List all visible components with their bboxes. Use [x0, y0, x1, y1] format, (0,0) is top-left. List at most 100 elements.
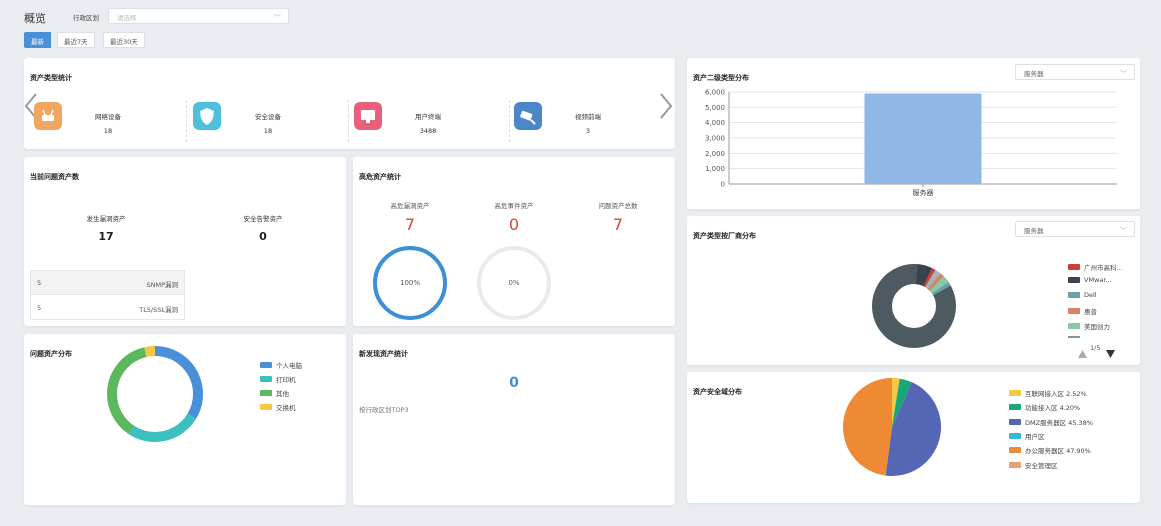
legend-item[interactable]: VMwar... [1068, 276, 1112, 284]
high-vuln-ring-label: 100% [399, 279, 420, 287]
table-cell-name: SNMP漏洞 [146, 281, 178, 289]
vuln-assets-label: 发生漏洞资产 [86, 215, 126, 223]
legend-swatch [1009, 462, 1021, 468]
security-device-count: 18 [263, 127, 273, 135]
vendor-dist-card: 资产类型按厂商分布 服务器 ﹀ 广州市高科... VMwar... Dell 惠… [687, 216, 1140, 365]
legend-swatch [1068, 264, 1080, 270]
pie-slice[interactable] [843, 378, 892, 476]
legend-label: 办公服务器区 47.90% [1025, 447, 1091, 455]
legend-next-icon[interactable] [1106, 343, 1115, 362]
y-tick-label: 3,000 [705, 135, 725, 143]
legend-item[interactable]: 惠普 [1068, 306, 1097, 316]
region-select[interactable]: 请选择 ﹀ [108, 8, 289, 24]
legend-item[interactable]: 互联网接入区 2.52% [1009, 388, 1087, 398]
high-vuln-value: 7 [404, 215, 416, 234]
legend-swatch [260, 390, 272, 396]
high-vuln-label: 高危漏洞资产 [390, 202, 430, 210]
legend-item[interactable]: DMZ服务器区 45.38% [1009, 417, 1093, 427]
legend-item[interactable]: 个人电脑 [260, 360, 302, 370]
table-row: 5 SNMP漏洞 [31, 271, 184, 295]
bar [864, 93, 982, 184]
secondary-dist-title: 资产二级类型分布 [693, 74, 749, 82]
region-placeholder: 请选择 [117, 14, 137, 22]
legend-swatch [1009, 390, 1021, 396]
legend-item[interactable]: 办公服务器区 47.90% [1009, 445, 1091, 455]
legend-label: DMZ服务器区 45.38% [1025, 419, 1093, 427]
y-tick-label: 4,000 [705, 119, 725, 127]
legend-item[interactable]: Dell [1068, 291, 1097, 299]
vendor-type-select-value: 服务器 [1024, 227, 1044, 235]
vendor-legend: 广州市高科... VMwar... Dell 惠普 美国创力 [1068, 260, 1140, 338]
divider [186, 100, 187, 142]
legend-item[interactable]: 广州市高科... [1068, 262, 1123, 272]
legend-label: Dell [1084, 291, 1097, 299]
asset-type-title: 资产类型统计 [30, 74, 72, 82]
high-event-value: 0 [508, 215, 520, 234]
security-device-label: 安全设备 [255, 113, 281, 121]
legend-label: 功能接入区 4.20% [1025, 404, 1081, 412]
legend-label: 美国创力 [1084, 323, 1110, 331]
table-cell-name: TLS/SSL漏洞 [139, 306, 178, 314]
new-assets-value: 0 [509, 375, 519, 391]
legend-swatch [1009, 404, 1021, 410]
legend-item-partial [1068, 336, 1080, 338]
legend-swatch [1068, 323, 1080, 329]
high-risk-title: 高危资产统计 [359, 173, 401, 181]
legend-label: 广州市高科... [1084, 264, 1123, 272]
secondary-type-select-value: 服务器 [1024, 70, 1044, 78]
tab-7days[interactable]: 最近7天 [57, 32, 95, 48]
legend-item[interactable]: 交换机 [260, 402, 296, 412]
page-title: 概览 [24, 12, 46, 25]
legend-item[interactable]: 打印机 [260, 374, 296, 384]
secondary-type-select[interactable]: 服务器 ﹀ [1015, 64, 1135, 80]
region-label: 行政区划 [73, 14, 99, 22]
table-cell-count: 5 [37, 304, 42, 312]
user-terminal-label: 用户终端 [415, 113, 441, 121]
security-zone-card: 资产安全域分布 互联网接入区 2.52% 功能接入区 4.20% DMZ服务器区… [687, 372, 1140, 503]
table-row: 5 TLS/SSL漏洞 [31, 296, 184, 320]
next-arrow-icon[interactable] [657, 92, 675, 124]
tab-latest[interactable]: 最新 [24, 32, 51, 48]
legend-label: VMwar... [1084, 276, 1112, 284]
y-tick-label: 6,000 [705, 89, 725, 97]
asset-type-card: 资产类型统计 [24, 58, 675, 149]
network-device-icon [34, 102, 62, 130]
chevron-down-icon: ﹀ [274, 14, 281, 22]
legend-pager: 1/5 [1090, 344, 1101, 352]
legend-swatch [1009, 447, 1021, 453]
network-device-label: 网络设备 [95, 113, 121, 121]
security-device-icon [193, 102, 221, 130]
tab-30days[interactable]: 最近30天 [103, 32, 145, 48]
alarm-assets-label: 安全告警资产 [243, 215, 283, 223]
new-assets-card: 新发现资产统计 0 按行政区划TOP3 [353, 334, 675, 505]
y-tick-label: 0 [721, 181, 725, 189]
vuln-table: 5 SNMP漏洞 5 TLS/SSL漏洞 [30, 270, 185, 320]
legend-item[interactable]: 安全管理区 [1009, 460, 1058, 470]
legend-prev-icon[interactable] [1078, 343, 1087, 362]
legend-label: 其他 [276, 390, 289, 398]
legend-label: 打印机 [276, 376, 296, 384]
high-event-label: 高危事件资产 [494, 202, 534, 210]
legend-label: 用户区 [1025, 433, 1045, 441]
legend-item[interactable]: 用户区 [1009, 431, 1045, 441]
security-zone-title: 资产安全域分布 [693, 388, 742, 396]
chevron-down-icon: ﹀ [1120, 70, 1127, 78]
legend-item[interactable]: 美国创力 [1068, 321, 1110, 331]
legend-swatch [260, 362, 272, 368]
legend-swatch [1009, 419, 1021, 425]
new-assets-title: 新发现资产统计 [359, 350, 408, 358]
legend-item[interactable]: 其他 [260, 388, 289, 398]
problem-dist-title: 问题资产分布 [30, 350, 72, 358]
legend-swatch [1068, 308, 1080, 314]
video-front-count: 3 [585, 127, 591, 135]
user-terminal-icon [354, 102, 382, 130]
video-front-label: 视频前端 [575, 113, 601, 121]
legend-item[interactable]: 功能接入区 4.20% [1009, 402, 1080, 412]
vendor-type-select[interactable]: 服务器 ﹀ [1015, 221, 1135, 237]
problem-assets-title: 当前问题资产数 [30, 173, 79, 181]
user-terminal-count: 3488 [419, 127, 437, 135]
legend-label: 安全管理区 [1025, 462, 1058, 470]
problem-assets-card: 当前问题资产数 发生漏洞资产 17 安全告警资产 0 5 SNMP漏洞 5 TL… [24, 157, 346, 326]
legend-swatch [1068, 277, 1080, 283]
legend-label: 个人电脑 [276, 362, 302, 370]
